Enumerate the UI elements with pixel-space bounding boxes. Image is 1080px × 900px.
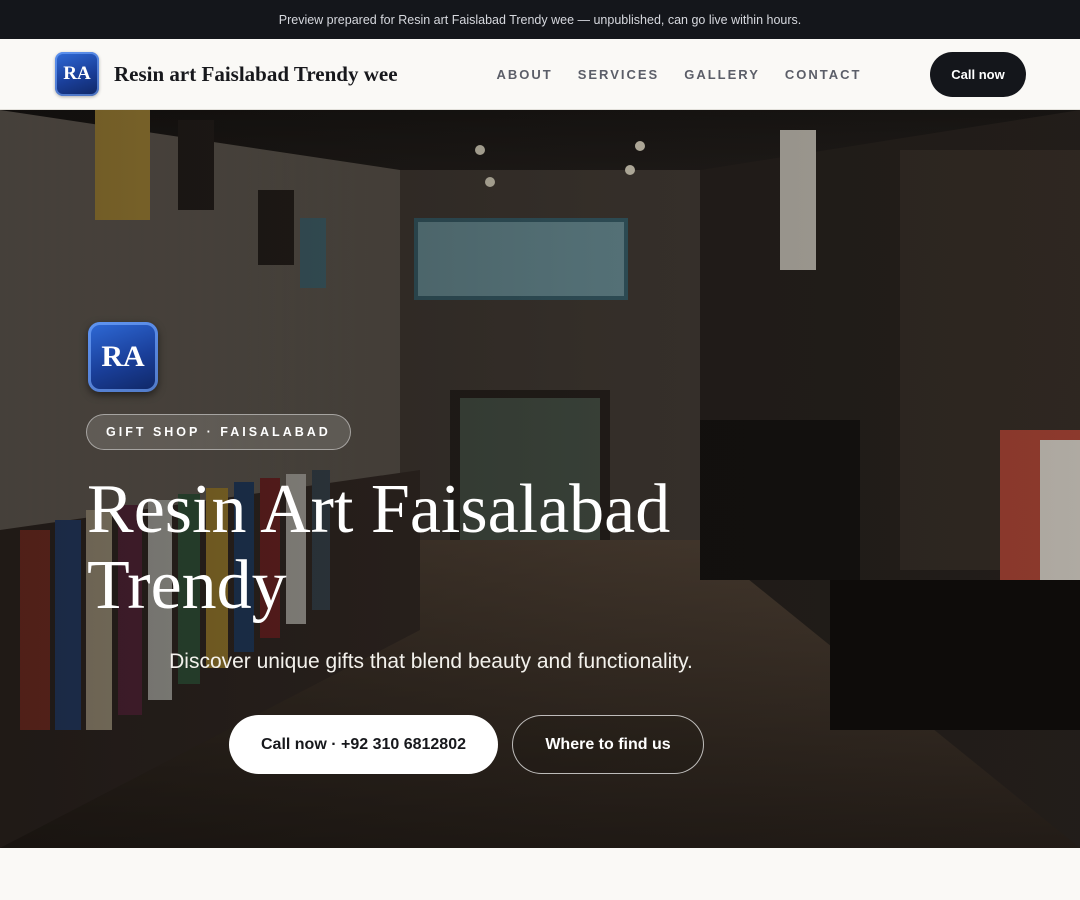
hero-logo-initials: RA xyxy=(101,340,145,373)
preview-banner: Preview prepared for Resin art Faislabad… xyxy=(0,0,1080,39)
hero-section: RA GIFT SHOP · FAISALABAD Resin Art Fais… xyxy=(0,110,1080,848)
nav-contact[interactable]: CONTACT xyxy=(785,67,862,82)
nav-gallery[interactable]: GALLERY xyxy=(684,67,760,82)
next-section xyxy=(0,848,1080,900)
hero-title: Resin Art Faisalabad Trendy xyxy=(87,471,671,624)
logo-badge: RA xyxy=(55,52,99,96)
logo-initials: RA xyxy=(63,63,91,84)
main-nav: ABOUT SERVICES GALLERY CONTACT xyxy=(484,39,874,109)
nav-about[interactable]: ABOUT xyxy=(497,67,553,82)
call-now-button[interactable]: Call now · +92 310 6812802 xyxy=(229,715,498,774)
hero-logo-badge: RA xyxy=(88,322,158,392)
brand[interactable]: RA Resin art Faislabad Trendy wee xyxy=(55,52,398,96)
preview-banner-text: Preview prepared for Resin art Faislabad… xyxy=(278,12,802,27)
nav-services[interactable]: SERVICES xyxy=(578,67,660,82)
hero-subtitle: Discover unique gifts that blend beauty … xyxy=(169,650,693,673)
category-badge: GIFT SHOP · FAISALABAD xyxy=(86,414,351,450)
where-to-find-us-button[interactable]: Where to find us xyxy=(512,715,704,774)
brand-name: Resin art Faislabad Trendy wee xyxy=(114,61,398,86)
header-call-button[interactable]: Call now xyxy=(930,52,1026,97)
site-header: RA Resin art Faislabad Trendy wee ABOUT … xyxy=(0,39,1080,110)
